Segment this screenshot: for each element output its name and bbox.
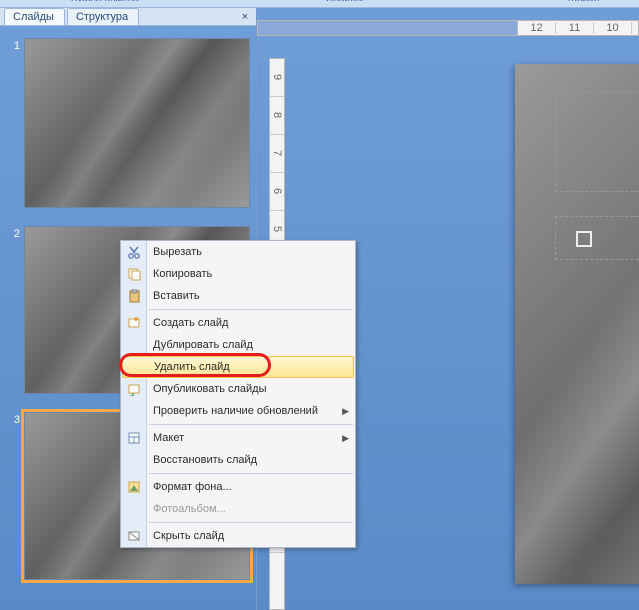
album-icon bbox=[125, 501, 143, 517]
submenu-arrow-icon: ▶ bbox=[342, 433, 349, 444]
slide-thumb-1[interactable]: 1 bbox=[6, 38, 250, 208]
thumb-number: 1 bbox=[6, 38, 20, 208]
ctx-separator bbox=[149, 522, 353, 523]
ctx-label: Проверить наличие обновлений bbox=[153, 405, 342, 417]
ctx-label: Скрыть слайд bbox=[153, 530, 355, 542]
ctx-label: Макет bbox=[153, 432, 342, 444]
title-placeholder[interactable] bbox=[555, 92, 639, 192]
bullet-icon bbox=[576, 231, 592, 247]
ribbon-group-clipboard: Буфер обмена bbox=[50, 0, 160, 1]
delete-icon bbox=[126, 359, 144, 375]
copy-icon bbox=[125, 266, 143, 282]
tab-slides[interactable]: Слайды bbox=[4, 8, 65, 25]
submenu-arrow-icon: ▶ bbox=[342, 406, 349, 417]
ctx-check-updates[interactable]: Проверить наличие обновлений ▶ bbox=[121, 400, 355, 422]
ctx-copy[interactable]: Копировать bbox=[121, 263, 355, 285]
thumb-number: 2 bbox=[6, 226, 20, 394]
panel-tabs: Слайды Структура × bbox=[0, 8, 256, 26]
tab-outline[interactable]: Структура bbox=[67, 8, 139, 25]
duplicate-icon bbox=[125, 337, 143, 353]
ctx-label: Дублировать слайд bbox=[153, 339, 355, 351]
ctx-format-background[interactable]: Формат фона... bbox=[121, 476, 355, 498]
cut-icon bbox=[125, 244, 143, 260]
ctx-label: Восстановить слайд bbox=[153, 454, 355, 466]
ctx-label: Опубликовать слайды bbox=[153, 383, 355, 395]
ctx-separator bbox=[149, 424, 353, 425]
ribbon-group-slides: Слайды bbox=[290, 0, 400, 1]
new-slide-icon bbox=[125, 315, 143, 331]
horizontal-ruler: 12 11 10 bbox=[257, 20, 639, 36]
slide-canvas[interactable] bbox=[515, 64, 639, 584]
format-bg-icon bbox=[125, 479, 143, 495]
restore-icon bbox=[125, 452, 143, 468]
context-menu: Вырезать Копировать Вставить Создать сла… bbox=[120, 240, 356, 548]
ribbon-group-font: Шрифт bbox=[529, 0, 639, 1]
ctx-photo-album: Фотоальбом... bbox=[121, 498, 355, 520]
ctx-restore-slide[interactable]: Восстановить слайд bbox=[121, 449, 355, 471]
ctx-label: Копировать bbox=[153, 268, 355, 280]
ctx-label: Создать слайд bbox=[153, 317, 355, 329]
ctx-new-slide[interactable]: Создать слайд bbox=[121, 312, 355, 334]
layout-icon bbox=[125, 430, 143, 446]
paste-icon bbox=[125, 288, 143, 304]
ctx-layout[interactable]: Макет ▶ bbox=[121, 427, 355, 449]
panel-close-button[interactable]: × bbox=[238, 11, 252, 25]
ctx-label: Фотоальбом... bbox=[153, 503, 355, 515]
ctx-separator bbox=[149, 473, 353, 474]
ctx-cut[interactable]: Вырезать bbox=[121, 241, 355, 263]
ctx-paste[interactable]: Вставить bbox=[121, 285, 355, 307]
ctx-label: Вставить bbox=[153, 290, 355, 302]
ctx-label: Удалить слайд bbox=[154, 361, 353, 373]
ctx-separator bbox=[149, 309, 353, 310]
ctx-publish-slides[interactable]: Опубликовать слайды bbox=[121, 378, 355, 400]
ctx-delete-slide[interactable]: Удалить слайд bbox=[122, 356, 354, 378]
ctx-hide-slide[interactable]: Скрыть слайд bbox=[121, 525, 355, 547]
content-placeholder[interactable] bbox=[555, 216, 639, 260]
publish-icon bbox=[125, 381, 143, 397]
ctx-label: Формат фона... bbox=[153, 481, 355, 493]
thumb-number: 3 bbox=[6, 412, 20, 580]
ctx-duplicate-slide[interactable]: Дублировать слайд bbox=[121, 334, 355, 356]
ctx-label: Вырезать bbox=[153, 246, 355, 258]
ribbon-groups-row: Буфер обмена Слайды Шрифт bbox=[0, 0, 639, 8]
hide-slide-icon bbox=[125, 528, 143, 544]
check-updates-icon bbox=[125, 403, 143, 419]
